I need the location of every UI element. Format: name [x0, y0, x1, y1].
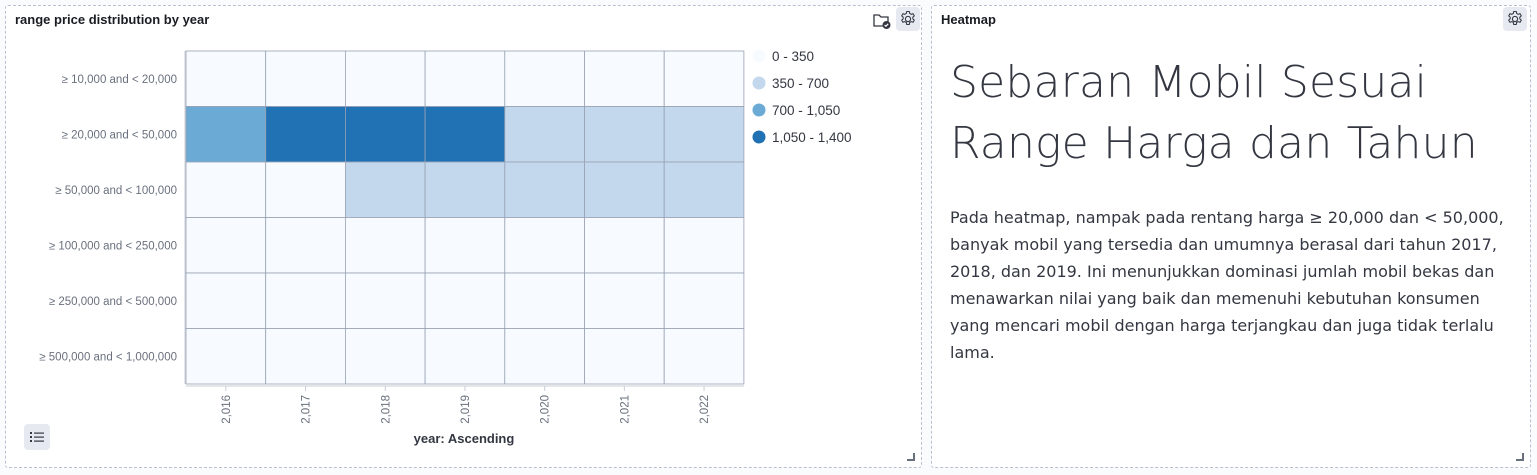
legend-swatch[interactable]	[752, 130, 766, 144]
resize-handle[interactable]	[1516, 453, 1524, 461]
x-axis-tick-label: 2,016	[221, 395, 233, 424]
x-axis-tick-label: 2,021	[619, 395, 631, 424]
heatmap-cell[interactable]	[424, 161, 506, 218]
markdown-paragraph: Pada heatmap, nampak pada rentang harga …	[950, 208, 1504, 362]
heatmap-cell[interactable]	[584, 106, 665, 163]
heatmap-cell[interactable]	[504, 217, 585, 274]
legend-label[interactable]: 700 - 1,050	[772, 103, 840, 118]
heatmap-cell[interactable]	[584, 217, 665, 274]
y-axis-label: ≥ 20,000 and < 50,000	[62, 129, 177, 141]
heatmap-cell[interactable]	[663, 217, 745, 274]
y-axis-label: ≥ 100,000 and < 250,000	[49, 240, 177, 252]
heatmap-cell[interactable]	[265, 161, 346, 218]
panel-options-button[interactable]	[1503, 7, 1527, 31]
legend-label[interactable]: 350 - 700	[772, 76, 829, 91]
heatmap-cell[interactable]	[344, 161, 426, 218]
heatmap-cell[interactable]	[265, 106, 346, 163]
heatmap-cell[interactable]	[344, 50, 426, 107]
heatmap-cell[interactable]	[265, 50, 346, 107]
legend-swatch[interactable]	[752, 103, 766, 117]
legend-label[interactable]: 0 - 350	[772, 49, 814, 64]
heatmap-cell[interactable]	[344, 328, 426, 385]
heatmap-cell[interactable]	[504, 50, 585, 107]
heatmap-cell[interactable]	[265, 272, 346, 329]
heatmap-cell[interactable]	[504, 161, 585, 218]
legend-toggle-button[interactable]	[24, 424, 50, 450]
y-axis-label: ≥ 10,000 and < 20,000	[62, 74, 177, 86]
x-axis-tick-label: 2,018	[380, 395, 392, 424]
heatmap-cell[interactable]	[663, 50, 745, 107]
legend-label[interactable]: 1,050 - 1,400	[772, 130, 852, 145]
heatmap-cell[interactable]	[424, 106, 506, 163]
heatmap-cell[interactable]	[504, 328, 585, 385]
y-axis-label: ≥ 500,000 and < 1,000,000	[39, 351, 177, 363]
legend-swatch[interactable]	[752, 49, 766, 63]
list-icon	[30, 432, 44, 442]
heatmap-cell[interactable]	[185, 272, 267, 329]
heatmap-cell[interactable]	[265, 217, 346, 274]
heatmap-cell[interactable]	[663, 328, 745, 385]
heatmap-cell[interactable]	[344, 272, 426, 329]
heatmap-cell[interactable]	[185, 106, 267, 163]
x-axis-tick-label: 2,020	[540, 395, 552, 424]
x-axis-tick-label: 2,019	[460, 395, 472, 424]
heatmap-cell[interactable]	[185, 161, 267, 218]
heatmap-panel: range price distribution by year ≥ 10,00…	[5, 5, 922, 468]
heatmap-cell[interactable]	[424, 50, 506, 107]
heatmap-cell[interactable]	[584, 161, 665, 218]
heatmap-cell[interactable]	[265, 328, 346, 385]
heatmap-cell[interactable]	[185, 217, 267, 274]
heatmap-cell[interactable]	[663, 161, 745, 218]
heatmap-cell[interactable]	[663, 272, 745, 329]
panel-title: Heatmap	[941, 12, 996, 27]
markdown-heading: Sebaran Mobil Sesuai Range Harga dan Tah…	[950, 57, 1478, 169]
gear-icon	[1508, 10, 1522, 25]
heatmap-cell[interactable]	[185, 328, 267, 385]
legend-swatch[interactable]	[752, 76, 766, 90]
x-axis-title: year: Ascending	[414, 431, 515, 446]
heatmap-cell[interactable]	[584, 50, 665, 107]
heatmap-chart: ≥ 10,000 and < 20,000 ≥ 20,000 and < 50,0…	[39, 49, 852, 446]
x-axis-tick-label: 2,017	[301, 395, 313, 424]
heatmap-cell[interactable]	[424, 217, 506, 274]
resize-handle[interactable]	[907, 453, 915, 461]
heatmap-cell[interactable]	[584, 272, 665, 329]
heatmap-cell[interactable]	[584, 328, 665, 385]
heatmap-cell[interactable]	[504, 106, 585, 163]
y-axis-label: ≥ 50,000 and < 100,000	[55, 185, 177, 197]
x-axis-tick-label: 2,022	[699, 395, 711, 424]
markdown-panel: Heatmap Sebaran Mobil Sesuai Range Harga…	[931, 5, 1531, 468]
heatmap-cell[interactable]	[424, 328, 506, 385]
heatmap-cell[interactable]	[504, 272, 585, 329]
heatmap-cell[interactable]	[663, 106, 745, 163]
heatmap-cell[interactable]	[344, 106, 426, 163]
heatmap-cell[interactable]	[344, 217, 426, 274]
heatmap-cell[interactable]	[185, 50, 267, 107]
heatmap-cell[interactable]	[424, 272, 506, 329]
y-axis-label: ≥ 250,000 and < 500,000	[49, 296, 177, 308]
